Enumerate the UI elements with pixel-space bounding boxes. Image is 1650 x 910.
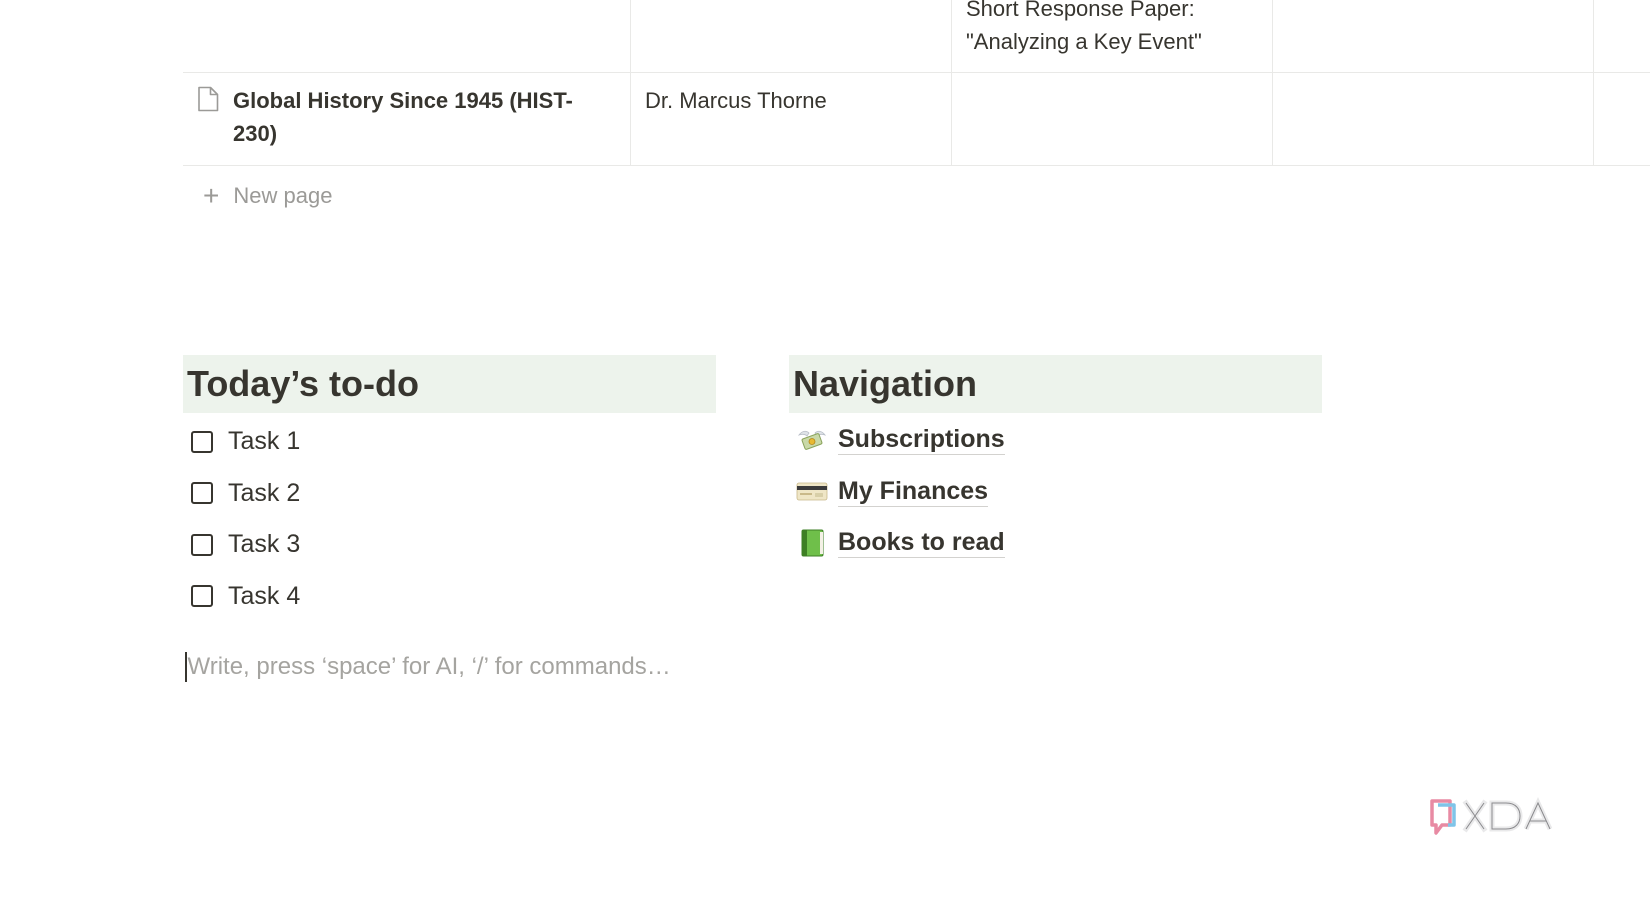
todo-item: Task 2 bbox=[191, 468, 300, 520]
new-page-label: New page bbox=[233, 183, 333, 208]
table-cell-assignment[interactable]: Short Response Paper: "Analyzing a Key E… bbox=[952, 0, 1273, 72]
page-icon bbox=[198, 86, 219, 112]
todo-label[interactable]: Task 3 bbox=[228, 530, 300, 559]
todo-list: Task 1 Task 2 Task 3 Task 4 bbox=[191, 416, 300, 622]
table-row[interactable]: Short Response Paper: "Analyzing a Key E… bbox=[183, 0, 1650, 73]
todo-item: Task 3 bbox=[191, 519, 300, 571]
table-cell-assignment[interactable] bbox=[952, 73, 1273, 165]
todo-item: Task 4 bbox=[191, 571, 300, 623]
navigation-list: Subscriptions My Finances Books to read bbox=[796, 414, 1005, 569]
money-with-wings-icon bbox=[797, 430, 827, 450]
navigation-heading[interactable]: Navigation bbox=[789, 355, 1322, 413]
green-book-icon bbox=[801, 529, 824, 557]
credit-card-icon bbox=[796, 482, 828, 501]
todo-checkbox[interactable] bbox=[191, 585, 213, 608]
nav-link-item[interactable]: My Finances bbox=[796, 466, 1005, 518]
database-table: Short Response Paper: "Analyzing a Key E… bbox=[183, 0, 1650, 166]
nav-link-label[interactable]: My Finances bbox=[838, 476, 989, 507]
todo-label[interactable]: Task 4 bbox=[228, 582, 300, 611]
table-cell[interactable] bbox=[1594, 73, 1650, 165]
plus-icon: + bbox=[203, 180, 220, 211]
nav-link-item[interactable]: Books to read bbox=[796, 517, 1005, 569]
table-cell[interactable] bbox=[1273, 73, 1594, 165]
table-cell[interactable] bbox=[1273, 0, 1594, 72]
table-cell[interactable] bbox=[1594, 0, 1650, 72]
table-cell-instructor[interactable]: Dr. Marcus Thorne bbox=[631, 73, 952, 165]
todo-label[interactable]: Task 1 bbox=[228, 427, 300, 456]
editor-placeholder: Write, press ‘space’ for AI, ‘/’ for com… bbox=[187, 653, 671, 680]
todo-checkbox[interactable] bbox=[191, 533, 213, 556]
nav-link-item[interactable]: Subscriptions bbox=[796, 414, 1005, 466]
assignment-text-line: "Analyzing a Key Event" bbox=[966, 29, 1202, 54]
todo-heading[interactable]: Today’s to-do bbox=[183, 355, 716, 413]
table-cell-title[interactable] bbox=[183, 0, 631, 72]
nav-link-label[interactable]: Books to read bbox=[838, 527, 1005, 559]
table-cell-title[interactable]: Global History Since 1945 (HIST-230) bbox=[183, 73, 631, 165]
todo-label[interactable]: Task 2 bbox=[228, 479, 300, 508]
new-page-button[interactable]: + New page bbox=[203, 180, 332, 212]
table-cell-instructor[interactable] bbox=[631, 0, 952, 72]
text-caret bbox=[185, 652, 187, 682]
editor-text-block[interactable]: Write, press ‘space’ for AI, ‘/’ for com… bbox=[185, 650, 671, 684]
nav-link-label[interactable]: Subscriptions bbox=[838, 424, 1005, 456]
todo-item: Task 1 bbox=[191, 416, 300, 468]
instructor-name: Dr. Marcus Thorne bbox=[645, 88, 827, 113]
todo-checkbox[interactable] bbox=[191, 430, 213, 453]
assignment-text-line: Short Response Paper: bbox=[966, 0, 1195, 21]
page-title-link[interactable]: Global History Since 1945 (HIST-230) bbox=[233, 84, 616, 150]
xda-logo-icon bbox=[1430, 797, 1553, 835]
todo-checkbox[interactable] bbox=[191, 482, 213, 505]
table-row[interactable]: Global History Since 1945 (HIST-230) Dr.… bbox=[183, 73, 1650, 166]
